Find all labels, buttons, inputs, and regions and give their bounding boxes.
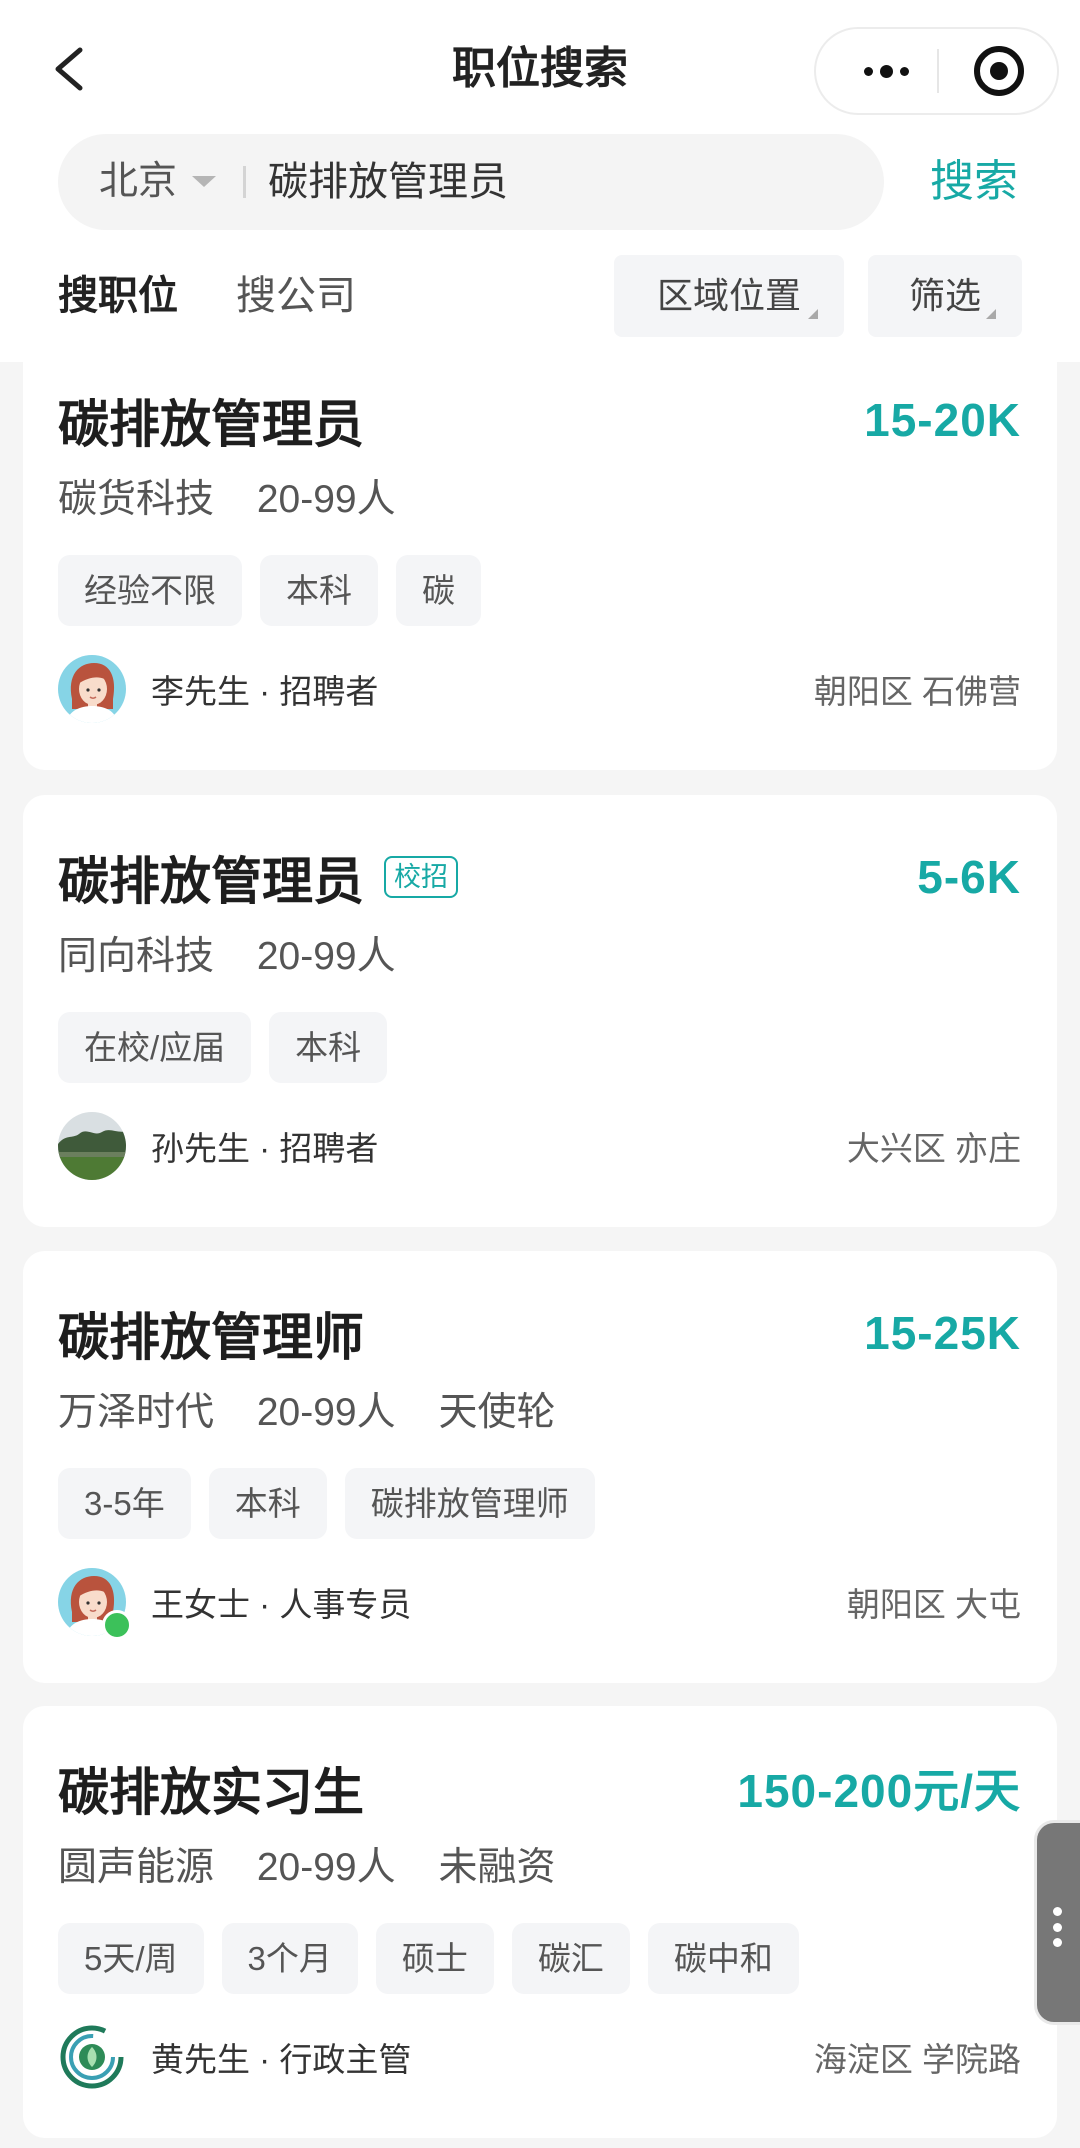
area-filter-button[interactable]: 区域位置 <box>614 255 844 337</box>
job-title: 碳排放管理师 <box>58 1309 365 1366</box>
company-size: 20-99人 <box>256 935 396 978</box>
company-info: 圆声能源 20-99人 未融资 <box>58 1841 587 1895</box>
salary: 15-20K <box>864 394 1021 446</box>
top-header: 职位搜索 北京 碳排放管理员 搜索 搜职位 搜公司 区域位置 筛选 <box>0 0 1080 362</box>
salary: 150-200元/天 <box>737 1765 1021 1817</box>
tag: 硕士 <box>375 1923 494 1994</box>
tag: 5天/周 <box>58 1923 204 1994</box>
tag: 3个月 <box>221 1923 358 1994</box>
work-location: 朝阳区 石佛营 <box>813 673 1021 710</box>
tag: 本科 <box>260 555 378 626</box>
funding-stage: 天使轮 <box>438 1391 556 1434</box>
search-bar: 北京 碳排放管理员 <box>58 134 884 230</box>
job-card[interactable]: 碳排放实习生 150-200元/天 圆声能源 20-99人 未融资 5天/周 3… <box>23 1706 1057 2138</box>
tag: 碳汇 <box>511 1923 630 1994</box>
search-divider <box>243 166 246 198</box>
recruiter-name: 李先生 · 招聘者 <box>151 673 379 710</box>
tag: 经验不限 <box>58 555 242 626</box>
campus-recruit-badge: 校招 <box>384 856 459 898</box>
avatar <box>58 1568 132 1640</box>
recruiter-info: 李先生 · 招聘者 朝阳区 石佛营 <box>58 655 1021 723</box>
recruiter-info: 孙先生 · 招聘者 大兴区 亦庄 <box>58 1112 1021 1180</box>
tag: 碳 <box>396 555 481 626</box>
area-filter-label: 区域位置 <box>656 275 801 316</box>
filter-label: 筛选 <box>908 275 981 316</box>
company-size: 20-99人 <box>256 1391 396 1434</box>
tab-search-jobs[interactable]: 搜职位 <box>58 272 178 320</box>
tag: 3-5年 <box>58 1468 191 1539</box>
tag-list: 经验不限 本科 碳 <box>58 555 481 626</box>
salary: 15-25K <box>864 1307 1021 1359</box>
funding-stage: 未融资 <box>438 1846 556 1889</box>
avatar <box>58 655 126 723</box>
corner-caret-icon <box>986 309 996 319</box>
side-menu-handle[interactable] <box>1034 1820 1080 2025</box>
more-dots-icon[interactable] <box>844 29 928 113</box>
company-name: 碳货科技 <box>58 478 215 521</box>
search-input[interactable]: 碳排放管理员 <box>268 134 508 230</box>
tag: 碳排放管理师 <box>344 1468 595 1539</box>
avatar <box>58 2023 126 2091</box>
job-title: 碳排放管理员 <box>58 396 365 453</box>
job-card[interactable]: 碳排放管理员 15-20K 碳货科技 20-99人 经验不限 本科 碳 李先生 … <box>23 338 1057 770</box>
filter-button[interactable]: 筛选 <box>868 255 1022 337</box>
city-selector[interactable]: 北京 <box>99 134 177 230</box>
avatar <box>58 1112 126 1180</box>
tag-list: 5天/周 3个月 硕士 碳汇 碳中和 <box>58 1923 799 1994</box>
tag: 本科 <box>208 1468 327 1539</box>
tag: 在校/应届 <box>58 1012 252 1083</box>
target-close-icon[interactable] <box>974 46 1024 96</box>
tag: 碳中和 <box>647 1923 799 1994</box>
company-size: 20-99人 <box>256 478 396 521</box>
work-location: 海淀区 学院路 <box>813 2041 1021 2078</box>
recruiter-name: 孙先生 · 招聘者 <box>151 1130 379 1167</box>
job-card[interactable]: 碳排放管理员 校招 5-6K 同向科技 20-99人 在校/应届 本科 孙先生 … <box>23 795 1057 1227</box>
tag: 本科 <box>269 1012 388 1083</box>
online-status-dot <box>102 1610 132 1640</box>
work-location: 大兴区 亦庄 <box>846 1130 1021 1167</box>
mini-program-capsule <box>814 27 1059 115</box>
job-title: 碳排放管理员 <box>58 853 365 910</box>
job-card[interactable]: 碳排放管理师 15-25K 万泽时代 20-99人 天使轮 3-5年 本科 碳排… <box>23 1251 1057 1683</box>
recruiter-name: 黄先生 · 行政主管 <box>151 2041 412 2078</box>
recruiter-info: 黄先生 · 行政主管 海淀区 学院路 <box>58 2023 1021 2091</box>
corner-caret-icon <box>808 309 818 319</box>
search-button[interactable]: 搜索 <box>930 154 1018 210</box>
tag-list: 3-5年 本科 碳排放管理师 <box>58 1468 595 1539</box>
capsule-divider <box>937 49 939 93</box>
job-title: 碳排放实习生 <box>58 1764 365 1821</box>
work-location: 朝阳区 大屯 <box>846 1586 1021 1623</box>
recruiter-name: 王女士 · 人事专员 <box>151 1586 412 1623</box>
company-name: 同向科技 <box>58 935 215 978</box>
tab-search-companies[interactable]: 搜公司 <box>236 272 356 320</box>
company-name: 圆声能源 <box>58 1846 215 1889</box>
salary: 5-6K <box>917 851 1021 903</box>
company-info: 同向科技 20-99人 <box>58 930 428 984</box>
company-name: 万泽时代 <box>58 1391 215 1434</box>
company-info: 万泽时代 20-99人 天使轮 <box>58 1386 587 1440</box>
recruiter-info: 王女士 · 人事专员 朝阳区 大屯 <box>58 1568 1021 1640</box>
vertical-dots-icon <box>1053 1907 1063 1947</box>
tag-list: 在校/应届 本科 <box>58 1012 388 1083</box>
company-info: 碳货科技 20-99人 <box>58 473 428 527</box>
caret-down-icon[interactable] <box>192 176 216 187</box>
company-size: 20-99人 <box>256 1846 396 1889</box>
